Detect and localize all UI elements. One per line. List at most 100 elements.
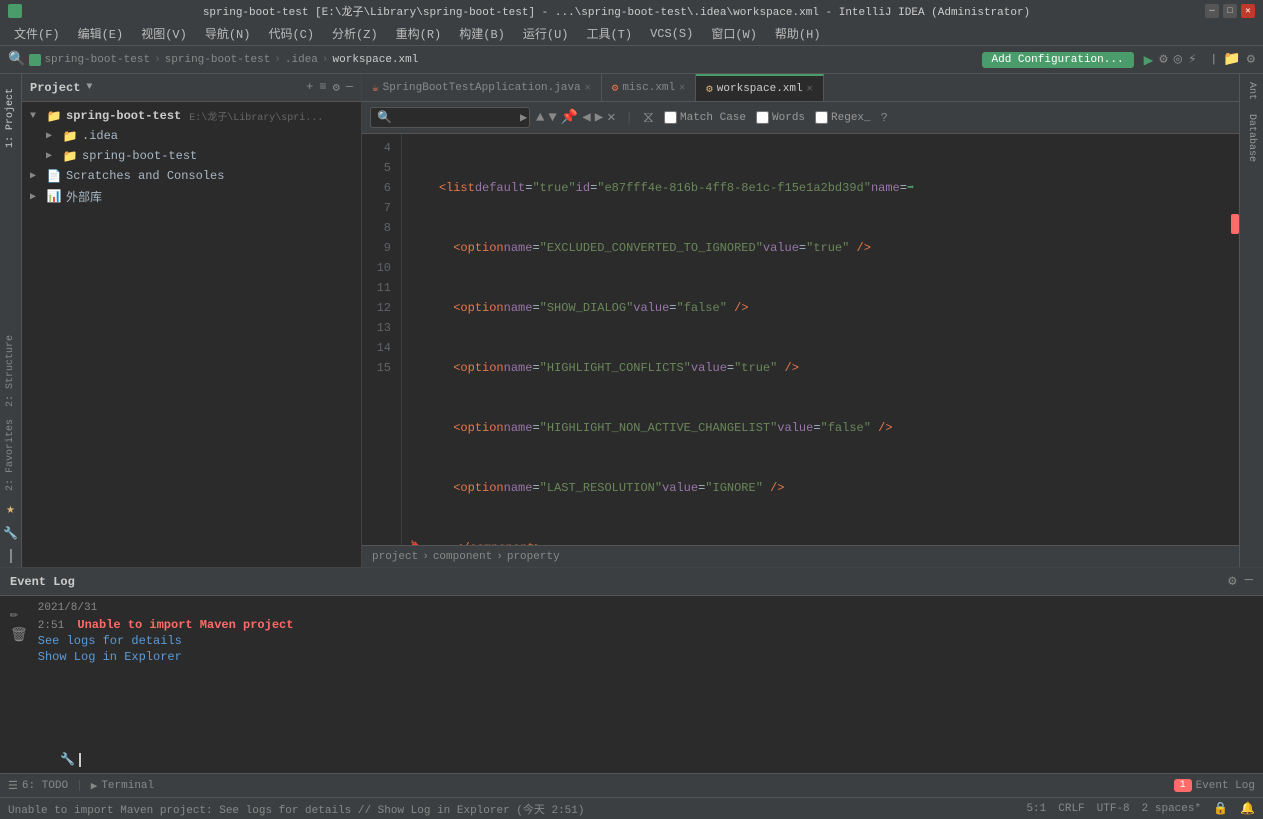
maximize-button[interactable]: □ xyxy=(1223,4,1237,18)
breadcrumb-arrow1: › xyxy=(422,551,429,563)
search-pin-icon[interactable]: 📌 xyxy=(561,109,578,126)
breadcrumb-root[interactable]: spring-boot-test xyxy=(29,54,150,66)
debug-icon[interactable]: ⚙ xyxy=(1159,51,1167,68)
todo-icon: ☰ xyxy=(8,779,18,793)
terminal-label: Terminal xyxy=(101,780,154,792)
menu-view[interactable]: 视图(V) xyxy=(133,23,195,44)
minimize-button[interactable]: ─ xyxy=(1205,4,1219,18)
event-delete-icon[interactable]: 🗑 xyxy=(10,627,28,644)
close-button[interactable]: ✕ xyxy=(1241,4,1255,18)
menu-file[interactable]: 文件(F) xyxy=(6,23,68,44)
search-filter-icon[interactable]: ⧖ xyxy=(643,109,654,127)
project-panel-dropdown[interactable]: ▼ xyxy=(86,82,92,93)
menu-vcs[interactable]: VCS(S) xyxy=(642,25,701,43)
status-bar: Unable to import Maven project: See logs… xyxy=(0,797,1263,819)
sidebar-structure-label[interactable]: 2: Structure xyxy=(5,329,16,413)
encoding[interactable]: UTF-8 xyxy=(1097,803,1130,815)
sidebar-project-label[interactable]: 1: Project xyxy=(5,82,16,154)
database-label[interactable]: Database xyxy=(1246,110,1257,166)
wrench-icon[interactable]: 🔧 xyxy=(3,522,18,545)
breadcrumb-3[interactable]: .idea xyxy=(285,54,318,66)
panel-settings-icon[interactable]: ⚙ xyxy=(333,80,340,95)
sidebar-favorites-label[interactable]: 2: Favorites xyxy=(5,413,16,497)
tree-root-name: spring-boot-test xyxy=(66,109,181,123)
menu-window[interactable]: 窗口(W) xyxy=(703,23,765,44)
todo-button[interactable]: ☰ 6: TODO xyxy=(8,779,68,793)
event-log-minimize-icon[interactable]: ─ xyxy=(1245,573,1253,590)
search-clear-icon[interactable]: ▶ xyxy=(520,110,527,125)
search-up-button[interactable]: ▲ xyxy=(536,110,544,126)
add-file-icon[interactable]: + xyxy=(306,80,313,95)
search-input[interactable] xyxy=(396,112,516,124)
breadcrumb-sep1: › xyxy=(154,54,161,66)
tree-item-scratches[interactable]: ▶ 📄 Scratches and Consoles xyxy=(22,166,361,186)
error-badge[interactable]: 1 xyxy=(1174,779,1192,792)
regex-checkbox[interactable] xyxy=(815,111,828,124)
words-checkbox[interactable] xyxy=(756,111,769,124)
tab-java-close[interactable]: ✕ xyxy=(585,82,591,94)
menu-navigate[interactable]: 导航(N) xyxy=(197,23,259,44)
event-entries: 2021/8/31 2:51 Unable to import Maven pr… xyxy=(38,602,1253,746)
code-line-7: <option name="HIGHLIGHT_CONFLICTS" value… xyxy=(410,358,1231,378)
menu-run[interactable]: 运行(U) xyxy=(515,23,577,44)
run-icon[interactable]: ▶ xyxy=(1144,50,1154,70)
vcs-lock-icon[interactable]: 🔒 xyxy=(1213,801,1228,816)
ant-label[interactable]: Ant xyxy=(1246,78,1257,104)
run-coverage-icon[interactable]: ◎ xyxy=(1174,51,1182,68)
cursor-position[interactable]: 5:1 xyxy=(1026,803,1046,815)
match-case-checkbox[interactable] xyxy=(664,111,677,124)
indent[interactable]: 2 spaces* xyxy=(1142,803,1201,815)
code-line-10: 🔖 </component> xyxy=(410,538,1231,545)
event-log-button[interactable]: 1 Event Log xyxy=(1174,779,1255,792)
status-message: Unable to import Maven project: See logs… xyxy=(8,801,1022,817)
tree-arrow-scratches: ▶ xyxy=(30,170,42,182)
tab-workspace-close[interactable]: ✕ xyxy=(807,83,813,95)
breadcrumb-2[interactable]: spring-boot-test xyxy=(165,54,271,66)
settings-icon[interactable]: ⚙ xyxy=(1247,51,1255,68)
tab-java[interactable]: ☕ SpringBootTestApplication.java ✕ xyxy=(362,74,602,101)
notifications-icon[interactable]: 🔔 xyxy=(1240,801,1255,816)
tab-misc-close[interactable]: ✕ xyxy=(679,82,685,94)
event-edit-icon[interactable]: ✏ xyxy=(10,606,28,623)
menu-build[interactable]: 构建(B) xyxy=(451,23,513,44)
match-case-option[interactable]: Match Case xyxy=(664,111,746,124)
code-editor[interactable]: 4 5 6 7 8 9 10 11 12 13 14 15 <list defa… xyxy=(362,134,1239,545)
search-nav-icon[interactable]: 🔍 xyxy=(8,51,25,68)
search-help-icon[interactable]: ? xyxy=(881,111,888,125)
search-nav-prev[interactable]: ◀ xyxy=(582,109,590,126)
search-nav-next[interactable]: ▶ xyxy=(595,109,603,126)
tree-item-idea[interactable]: ▶ 📁 .idea xyxy=(22,126,361,146)
code-content[interactable]: <list default="true" id="e87fff4e-816b-4… xyxy=(402,134,1239,545)
menu-help[interactable]: 帮助(H) xyxy=(767,23,829,44)
tree-item-root[interactable]: ▼ 📁 spring-boot-test E:\龙子\Library\spri.… xyxy=(22,106,361,126)
event-log-settings-icon[interactable]: ⚙ xyxy=(1228,573,1236,590)
menu-edit[interactable]: 编辑(E) xyxy=(70,23,132,44)
show-log-in-explorer-link[interactable]: Show Log in Explorer xyxy=(38,650,1253,664)
wrench-small-icon[interactable]: 🔧 xyxy=(60,752,75,767)
search-down-button[interactable]: ▼ xyxy=(548,110,556,126)
tab-workspace[interactable]: ⚙ workspace.xml ✕ xyxy=(696,74,823,101)
tab-misc[interactable]: ⚙ misc.xml ✕ xyxy=(602,74,696,101)
editor-area: ☕ SpringBootTestApplication.java ✕ ⚙ mis… xyxy=(362,74,1239,567)
line-ending[interactable]: CRLF xyxy=(1058,803,1084,815)
search-close-icon[interactable]: ✕ xyxy=(607,109,615,126)
collapse-all-icon[interactable]: ≡ xyxy=(319,80,326,95)
tree-arrow-src: ▶ xyxy=(46,150,58,162)
menu-analyze[interactable]: 分析(Z) xyxy=(324,23,386,44)
words-option[interactable]: Words xyxy=(756,111,805,124)
star-icon[interactable]: ★ xyxy=(6,497,14,522)
menu-tools[interactable]: 工具(T) xyxy=(578,23,640,44)
tree-item-external[interactable]: ▶ 📊 外部库 xyxy=(22,186,361,207)
project-structure-icon[interactable]: 📁 xyxy=(1223,51,1240,68)
breadcrumb-arrow2: › xyxy=(496,551,503,563)
see-logs-link[interactable]: See logs for details xyxy=(38,634,1253,648)
tree-item-src[interactable]: ▶ 📁 spring-boot-test xyxy=(22,146,361,166)
menu-code[interactable]: 代码(C) xyxy=(260,23,322,44)
breadcrumb-4[interactable]: workspace.xml xyxy=(333,54,419,66)
panel-minimize-icon[interactable]: ─ xyxy=(346,80,353,95)
add-configuration-button[interactable]: Add Configuration... xyxy=(982,52,1134,68)
terminal-button[interactable]: ▶ Terminal xyxy=(91,779,154,793)
regex-option[interactable]: Regex_ xyxy=(815,111,871,124)
menu-refactor[interactable]: 重构(R) xyxy=(388,23,450,44)
more-run-icon[interactable]: ⚡ xyxy=(1188,51,1196,68)
